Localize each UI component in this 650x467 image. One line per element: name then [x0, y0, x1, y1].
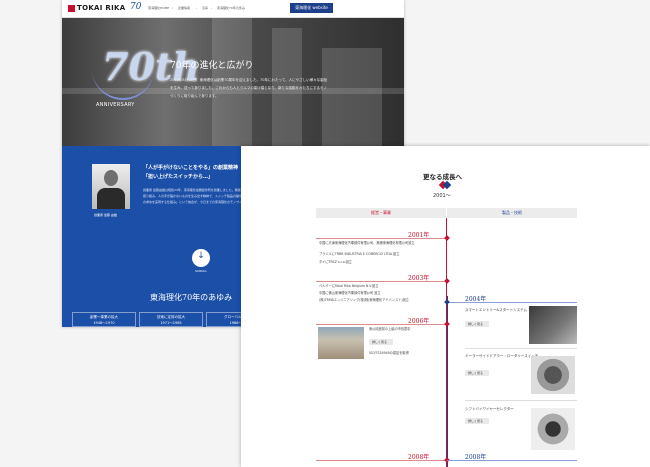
event-item: (株)TRMAエンジニアリング(現(株)東海理化アドバンスト)設立 — [319, 298, 409, 302]
product-name: スマートエントリー&スタートシステム — [465, 308, 528, 312]
hero-paragraph: 2018年8月18日、東海理化は創業70周年を迎えました。70年にわたって、人に… — [170, 78, 328, 98]
founder-caption: 創業者 加藤 由雄 — [94, 213, 117, 217]
event-item: ブラジルにTRBR INDUSTRIA E COMERCIO LTDA.設立 — [319, 252, 400, 256]
era-tab-1[interactable]: 創業〜事業の拡大 1948〜1970 — [72, 312, 136, 327]
breadcrumb-separator: › — [211, 6, 213, 10]
founder-quote-1: 「人が手がけないことをやる」の創業精神 — [143, 165, 239, 171]
portrait-suit — [97, 188, 125, 209]
detail-button[interactable]: 詳しく見る — [369, 339, 393, 345]
site-header: TOKAI RIKA 70 東海理化HOME › 企業情報 › 沿革 › 東海理… — [62, 0, 404, 18]
year-rule — [316, 281, 446, 282]
event-item: 東公民館前の上組の市長表彰 — [369, 327, 411, 331]
anniversary-logo: 70 — [130, 2, 142, 12]
detail-button[interactable]: 詳しく見る — [465, 370, 489, 376]
breadcrumb-history[interactable]: 沿革 — [202, 6, 208, 10]
year-rule — [316, 238, 446, 239]
product-name: シフトバイワイヤーセレクター — [465, 407, 514, 411]
column-header-products: 製品・技術 — [447, 208, 577, 218]
column-header-business: 経営・事業 — [316, 208, 446, 218]
portrait-face — [104, 170, 118, 186]
history-page-growth: 更なる成長へ 2001〜 経営・事業 製品・技術 2001年 中国に天津東海理化… — [241, 146, 650, 467]
event-item: 中国に佛山東海理化汽車部件有限公司 設立 — [319, 291, 381, 295]
anniversary-word: ANNIVERSARY — [96, 102, 135, 108]
award-photo — [318, 327, 364, 359]
factory-photo-column — [322, 48, 382, 146]
year-rule — [447, 302, 577, 303]
history-heading: 東海理化70年のあゆみ — [150, 293, 233, 302]
scroll-down-button[interactable]: ↓ — [192, 249, 210, 267]
year-rule — [447, 460, 577, 461]
shift-selector-image — [531, 408, 575, 450]
event-item: 中国に天津東海理化汽車部件有限公司、無錫東海理化有限公司設立 — [319, 241, 415, 245]
event-item: ISO/TS16949の認証を取得 — [369, 351, 409, 355]
anniversary-swoosh — [92, 68, 154, 100]
breadcrumb-home[interactable]: 東海理化HOME — [148, 6, 169, 10]
growth-era: 2001〜 — [433, 193, 451, 199]
year-rule — [316, 324, 446, 325]
hero-banner: 70th ANNIVERSARY 70年の進化と広がり 2018年8月18日、東… — [62, 18, 404, 146]
breadcrumb-current: 東海理化70年の歩み — [217, 6, 245, 10]
rotary-switch-image — [531, 356, 575, 394]
product-name: ミーラーサイドドアラー・ロータリースイッチ — [465, 354, 539, 358]
breadcrumb-company[interactable]: 企業情報 — [178, 6, 190, 10]
product-separator — [465, 400, 577, 401]
era-tab-2[interactable]: 技術に定評の拡大 1971〜1985 — [139, 312, 203, 327]
detail-button[interactable]: 詳しく見る — [465, 418, 489, 424]
tokai-rika-logo-icon[interactable] — [68, 5, 75, 12]
scroll-label: SCROLL — [195, 269, 207, 273]
hero-title: 70年の進化と広がり — [170, 61, 254, 71]
era-years: 1948〜1970 — [93, 321, 115, 325]
global-site-button[interactable]: 東海理化 website — [290, 3, 333, 13]
founder-portrait — [92, 164, 130, 209]
brand-logo-text[interactable]: TOKAI RIKA — [77, 4, 125, 12]
event-item: タイにTRCZ s.r.o.設立 — [319, 260, 352, 264]
founder-quote-2: 「担い上げたスイッチから…」 — [143, 174, 214, 180]
detail-button[interactable]: 詳しく見る — [465, 321, 489, 327]
smart-entry-image — [529, 306, 577, 344]
era-years: 1971〜1985 — [160, 321, 182, 325]
breadcrumb-separator: › — [196, 6, 198, 10]
product-separator — [465, 348, 577, 349]
breadcrumb-separator: › — [172, 6, 174, 10]
event-item: ベルギーにTokai Rika Belgium N.V.設立 — [319, 284, 379, 288]
year-rule — [316, 460, 446, 461]
arrow-down-icon: ↓ — [197, 251, 205, 261]
